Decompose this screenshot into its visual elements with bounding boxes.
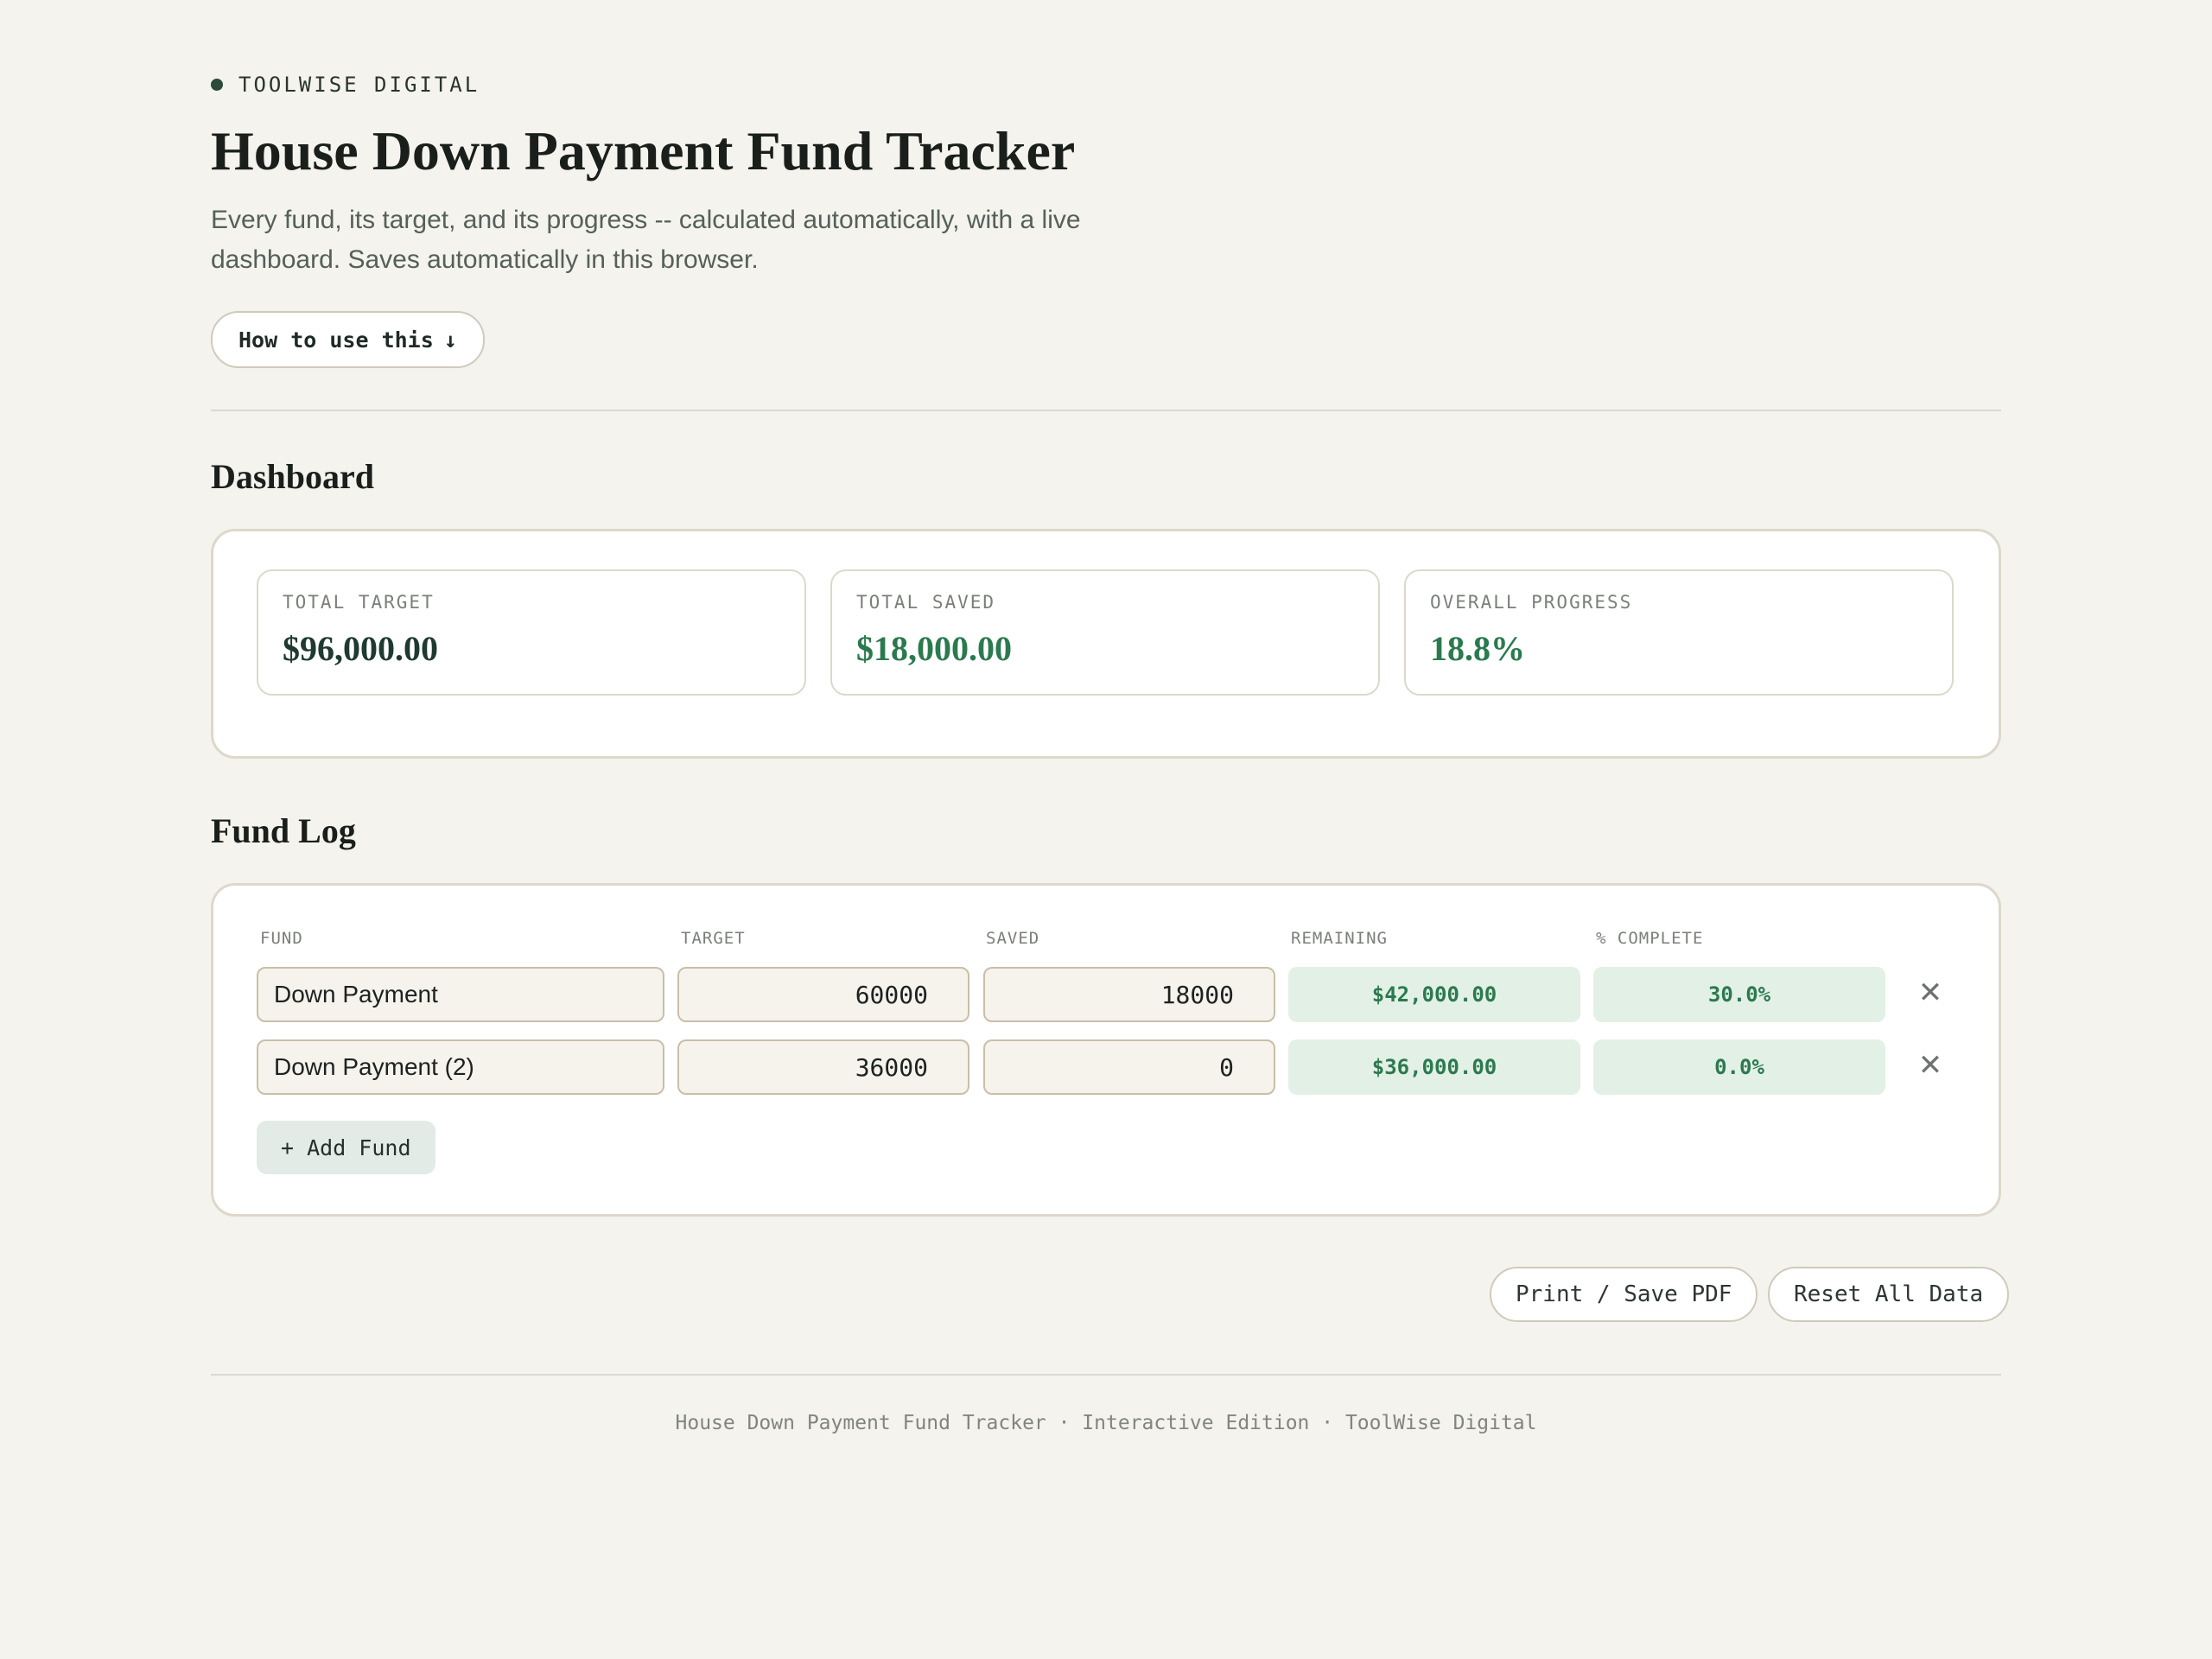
footer-divider (211, 1374, 2001, 1376)
how-to-use-label: How to use this (238, 327, 434, 353)
column-header-fund: FUND (260, 929, 303, 948)
fund-name-input[interactable]: Down Payment (257, 967, 664, 1022)
reset-all-data-button[interactable]: Reset All Data (1768, 1267, 2010, 1322)
dashboard-panel: TOTAL TARGET $96,000.00 TOTAL SAVED $18,… (211, 529, 2001, 759)
stat-label: TOTAL TARGET (283, 592, 435, 613)
saved-input[interactable]: 0 (983, 1039, 1275, 1095)
remaining-value: $36,000.00 (1288, 1039, 1580, 1095)
target-input[interactable]: 60000 (677, 967, 969, 1022)
page-title: House Down Payment Fund Tracker (211, 120, 1076, 181)
stat-value: $96,000.00 (283, 629, 438, 668)
stat-total-saved: TOTAL SAVED $18,000.00 (830, 569, 1380, 696)
add-fund-button[interactable]: + Add Fund (257, 1121, 435, 1174)
fund-name-input[interactable]: Down Payment (2) (257, 1039, 664, 1095)
column-header-complete: % COMPLETE (1596, 929, 1704, 948)
footer-text: House Down Payment Fund Tracker · Intera… (675, 1412, 1537, 1434)
dashboard-heading: Dashboard (211, 457, 374, 496)
stat-value: $18,000.00 (856, 629, 1012, 668)
fund-log-panel: FUND TARGET SAVED REMAINING % COMPLETE D… (211, 883, 2001, 1217)
delete-row-icon[interactable]: ✕ (1913, 1048, 1948, 1083)
stat-label: OVERALL PROGRESS (1430, 592, 1633, 613)
brand-name: TOOLWISE DIGITAL (238, 73, 480, 97)
brand: TOOLWISE DIGITAL (211, 73, 480, 97)
complete-value: 30.0% (1593, 967, 1885, 1022)
divider (211, 410, 2001, 411)
delete-row-icon[interactable]: ✕ (1913, 976, 1948, 1010)
print-save-pdf-button[interactable]: Print / Save PDF (1490, 1267, 1758, 1322)
complete-value: 0.0% (1593, 1039, 1885, 1095)
remaining-value: $42,000.00 (1288, 967, 1580, 1022)
how-to-use-button[interactable]: How to use this ↓ (211, 311, 485, 368)
saved-input[interactable]: 18000 (983, 967, 1275, 1022)
fund-log-heading: Fund Log (211, 811, 356, 850)
brand-dot-icon (211, 79, 223, 91)
stat-value: 18.8% (1430, 629, 1525, 668)
column-header-target: TARGET (681, 929, 746, 948)
stat-label: TOTAL SAVED (856, 592, 996, 613)
column-header-saved: SAVED (986, 929, 1040, 948)
arrow-down-icon: ↓ (443, 327, 457, 353)
column-header-remaining: REMAINING (1291, 929, 1388, 948)
page-subtitle: Every fund, its target, and its progress… (211, 206, 1081, 274)
stat-overall-progress: OVERALL PROGRESS 18.8% (1404, 569, 1954, 696)
target-input[interactable]: 36000 (677, 1039, 969, 1095)
stat-total-target: TOTAL TARGET $96,000.00 (257, 569, 806, 696)
